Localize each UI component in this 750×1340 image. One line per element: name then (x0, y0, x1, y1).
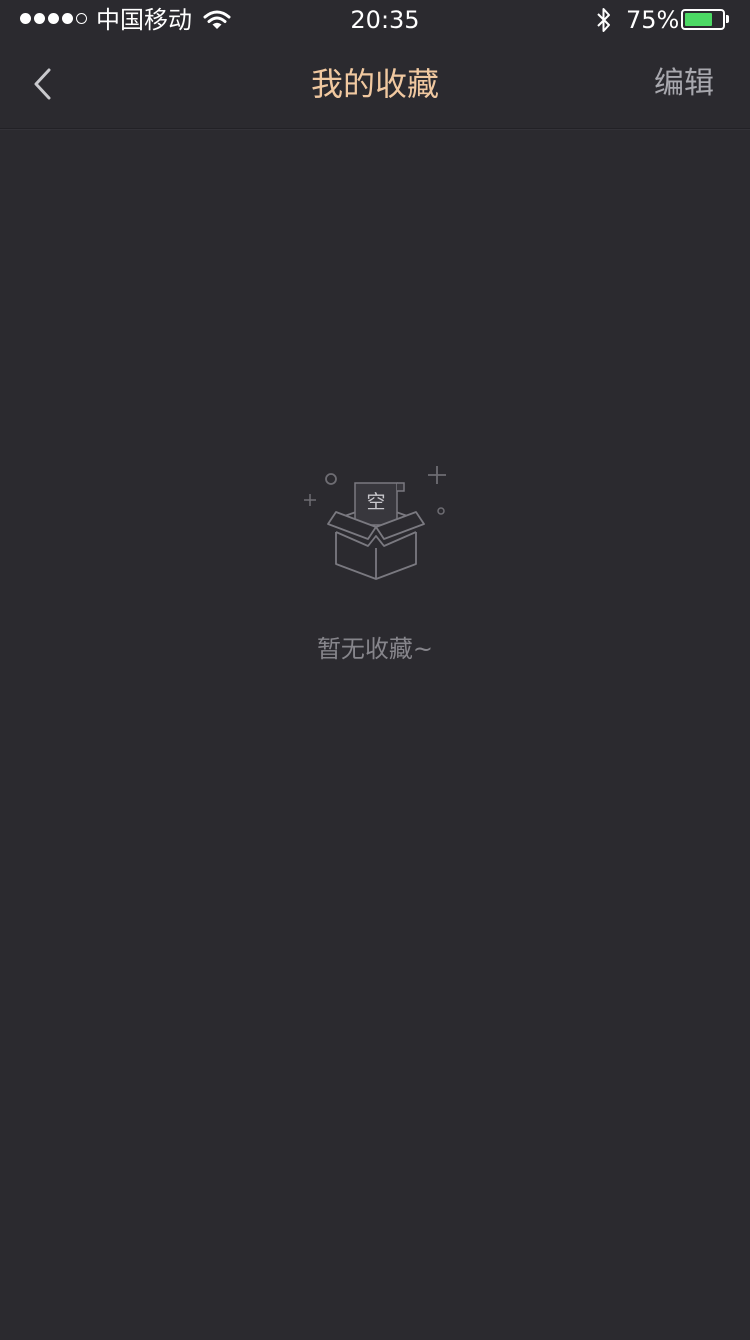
status-bar: 中国移动 20:35 75% (0, 0, 750, 40)
empty-message: 暂无收藏~ (316, 635, 434, 663)
empty-card-label: 空 (366, 491, 385, 513)
empty-box-icon: 空 (300, 460, 450, 585)
battery-fill (685, 13, 712, 26)
edit-button[interactable]: 编辑 (654, 62, 714, 106)
favorites-screen: 中国移动 20:35 75% 我的收藏 编辑 空 暂无收藏~ (0, 0, 750, 1340)
bluetooth-icon (595, 6, 613, 40)
battery-cap (726, 15, 729, 23)
navigation-bar: 我的收藏 编辑 (0, 40, 750, 129)
battery-percent: 75% (626, 6, 680, 34)
battery-icon (681, 9, 725, 30)
page-title: 我的收藏 (310, 65, 439, 103)
